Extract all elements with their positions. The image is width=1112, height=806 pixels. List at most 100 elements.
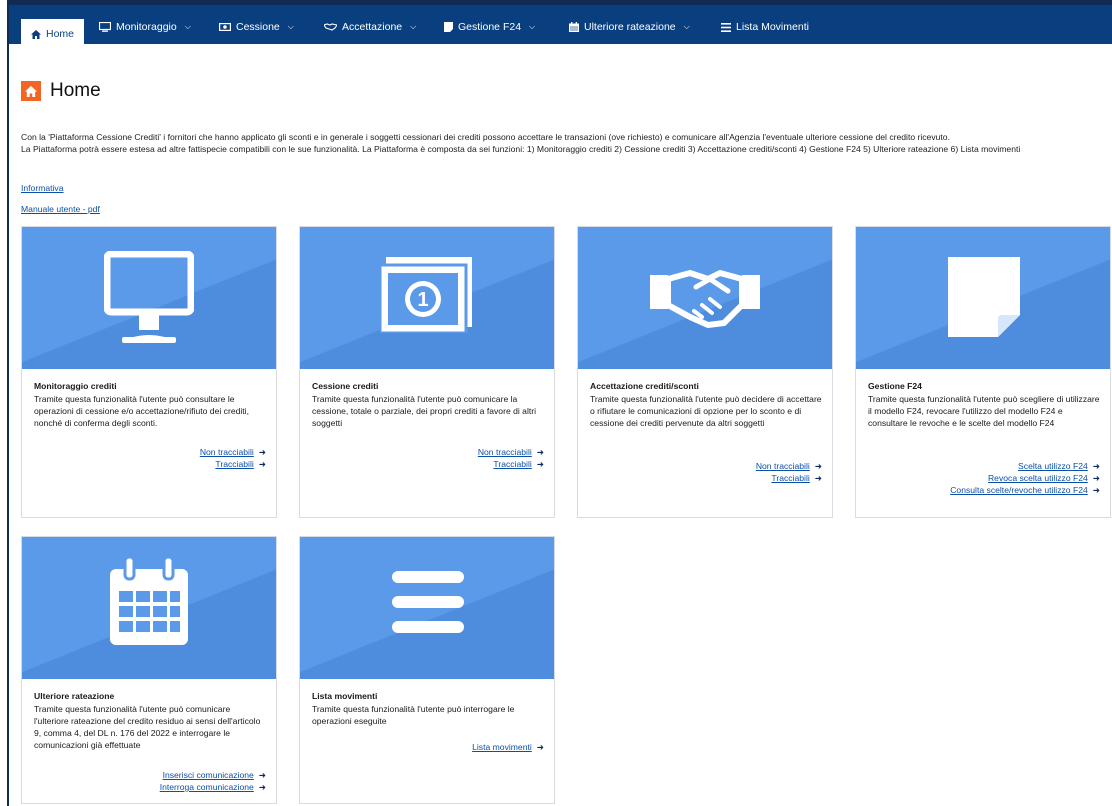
arrow-right-icon: ➜ [536,459,544,469]
intro-paragraph-1: Con la 'Piattaforma Cessione Crediti' i … [21,132,950,142]
link-non-tracciabili[interactable]: Non tracciabili ➜ [478,446,544,458]
document-icon [444,22,453,32]
calendar-icon [110,557,188,645]
link-tracciabili[interactable]: Tracciabili ➜ [200,458,266,470]
list-icon [392,571,464,633]
nav-lista-movimenti[interactable]: Lista Movimenti [721,14,809,40]
monitor-icon [99,22,111,32]
manuale-utente-link[interactable]: Manuale utente - pdf [21,204,100,214]
document-icon [948,257,1020,337]
card-description: Tramite questa funzionalità l'utente può… [312,394,537,428]
chevron-down-icon: ⌵ [683,22,690,31]
card-description: Tramite questa funzionalità l'utente può… [590,394,822,428]
arrow-right-icon: ➜ [536,742,544,752]
arrow-right-icon: ➜ [258,447,266,457]
arrow-right-icon: ➜ [1092,485,1100,495]
card-image [578,227,832,369]
card-image: 1 [300,227,554,369]
top-navbar: Home Monitoraggio ⌵ Cessione ⌵ Accettazi… [9,0,1112,49]
card-description: Tramite questa funzionalità l'utente può… [34,704,261,750]
nav-ulteriore-rateazione[interactable]: Ulteriore rateazione ⌵ [569,14,690,40]
chevron-down-icon: ⌵ [410,22,417,31]
card-links: Non tracciabili ➜ Tracciabili ➜ [756,460,822,484]
nav-monitoraggio-label: Monitoraggio [116,21,177,33]
intro-paragraph-2: La Piattaforma potrà essere estesa ad al… [21,144,1021,154]
banknote-icon: 1 [380,257,472,333]
card-links: Inserisci comunicazione ➜ Interroga comun… [160,769,266,793]
page-title-text: Home [50,80,101,101]
link-tracciabili[interactable]: Tracciabili ➜ [756,472,822,484]
arrow-right-icon: ➜ [258,770,266,780]
list-icon [721,22,731,32]
home-icon [21,81,41,101]
card-body: Lista movimenti Tramite questa funzional… [312,690,544,727]
link-non-tracciabili[interactable]: Non tracciabili ➜ [756,460,822,472]
card-image [856,227,1110,369]
card-body: Cessione crediti Tramite questa funziona… [312,380,544,429]
card-gestione-f24: Gestione F24 Tramite questa funzionalità… [855,226,1111,518]
nav-cessione[interactable]: Cessione ⌵ [219,14,294,40]
card-image [22,537,276,679]
nav-gestione-f24-label: Gestione F24 [458,21,522,33]
card-body: Ulteriore rateazione Tramite questa funz… [34,690,266,751]
link-tracciabili[interactable]: Tracciabili ➜ [478,458,544,470]
arrow-right-icon: ➜ [1092,473,1100,483]
card-title: Cessione crediti [312,381,379,391]
informativa-link[interactable]: Informativa [21,183,64,193]
home-icon [31,29,41,39]
page-title: Home [21,80,101,102]
link-scelta-utilizzo-f24[interactable]: Scelta utilizzo F24 ➜ [950,460,1100,472]
card-description: Tramite questa funzionalità l'utente può… [312,704,515,726]
card-body: Accettazione crediti/sconti Tramite ques… [590,380,822,429]
nav-accettazione-label: Accettazione [342,21,403,33]
card-title: Gestione F24 [868,381,922,391]
nav-cessione-label: Cessione [236,21,280,33]
svg-text:1: 1 [417,289,428,311]
arrow-right-icon: ➜ [536,447,544,457]
chevron-down-icon: ⌵ [287,22,294,31]
app-frame: Home Monitoraggio ⌵ Cessione ⌵ Accettazi… [7,0,1112,806]
nav-monitoraggio[interactable]: Monitoraggio ⌵ [99,14,191,40]
card-body: Gestione F24 Tramite questa funzionalità… [868,380,1100,429]
card-title: Ulteriore rateazione [34,691,115,701]
card-lista-movimenti: Lista movimenti Tramite questa funzional… [299,536,555,804]
arrow-right-icon: ➜ [814,461,822,471]
link-revoca-scelta-f24[interactable]: Revoca scelta utilizzo F24 ➜ [950,472,1100,484]
nav-home-label: Home [46,28,75,40]
card-title: Monitoraggio crediti [34,381,117,391]
card-image [300,537,554,679]
link-inserisci-comunicazione[interactable]: Inserisci comunicazione ➜ [160,769,266,781]
card-links: Non tracciabili ➜ Tracciabili ➜ [478,446,544,470]
chevron-down-icon: ⌵ [184,22,191,31]
arrow-right-icon: ➜ [1092,461,1100,471]
monitor-icon [104,251,194,343]
card-title: Lista movimenti [312,691,378,701]
link-interroga-comunicazione[interactable]: Interroga comunicazione ➜ [160,781,266,793]
chevron-down-icon: ⌵ [529,22,536,31]
link-consulta-scelte-revoche[interactable]: Consulta scelte/revoche utilizzo F24 ➜ [950,484,1100,496]
handshake-icon [324,23,337,31]
card-accettazione-crediti: Accettazione crediti/sconti Tramite ques… [577,226,833,518]
nav-home[interactable]: Home [21,19,85,49]
calendar-icon [569,22,579,32]
card-title: Accettazione crediti/sconti [590,381,699,391]
arrow-right-icon: ➜ [814,473,822,483]
card-links: Non tracciabili ➜ Tracciabili ➜ [200,446,266,470]
card-monitoraggio-crediti: Monitoraggio crediti Tramite questa funz… [21,226,277,518]
intro-text: Con la 'Piattaforma Cessione Crediti' i … [21,131,1111,155]
card-body: Monitoraggio crediti Tramite questa funz… [34,380,266,429]
banknote-icon [219,23,231,31]
link-non-tracciabili[interactable]: Non tracciabili ➜ [200,446,266,458]
nav-gestione-f24[interactable]: Gestione F24 ⌵ [444,14,535,40]
handshake-icon [650,270,760,328]
link-lista-movimenti[interactable]: Lista movimenti ➜ [472,741,544,753]
card-ulteriore-rateazione: Ulteriore rateazione Tramite questa funz… [21,536,277,804]
nav-lista-movimenti-label: Lista Movimenti [736,21,809,33]
card-links: Scelta utilizzo F24 ➜ Revoca scelta utili… [950,460,1100,496]
arrow-right-icon: ➜ [258,782,266,792]
card-cessione-crediti: 1 Cessione crediti Tramite questa funzio… [299,226,555,518]
card-image [22,227,276,369]
nav-accettazione[interactable]: Accettazione ⌵ [324,14,416,40]
arrow-right-icon: ➜ [258,459,266,469]
card-description: Tramite questa funzionalità l'utente può… [868,394,1100,428]
